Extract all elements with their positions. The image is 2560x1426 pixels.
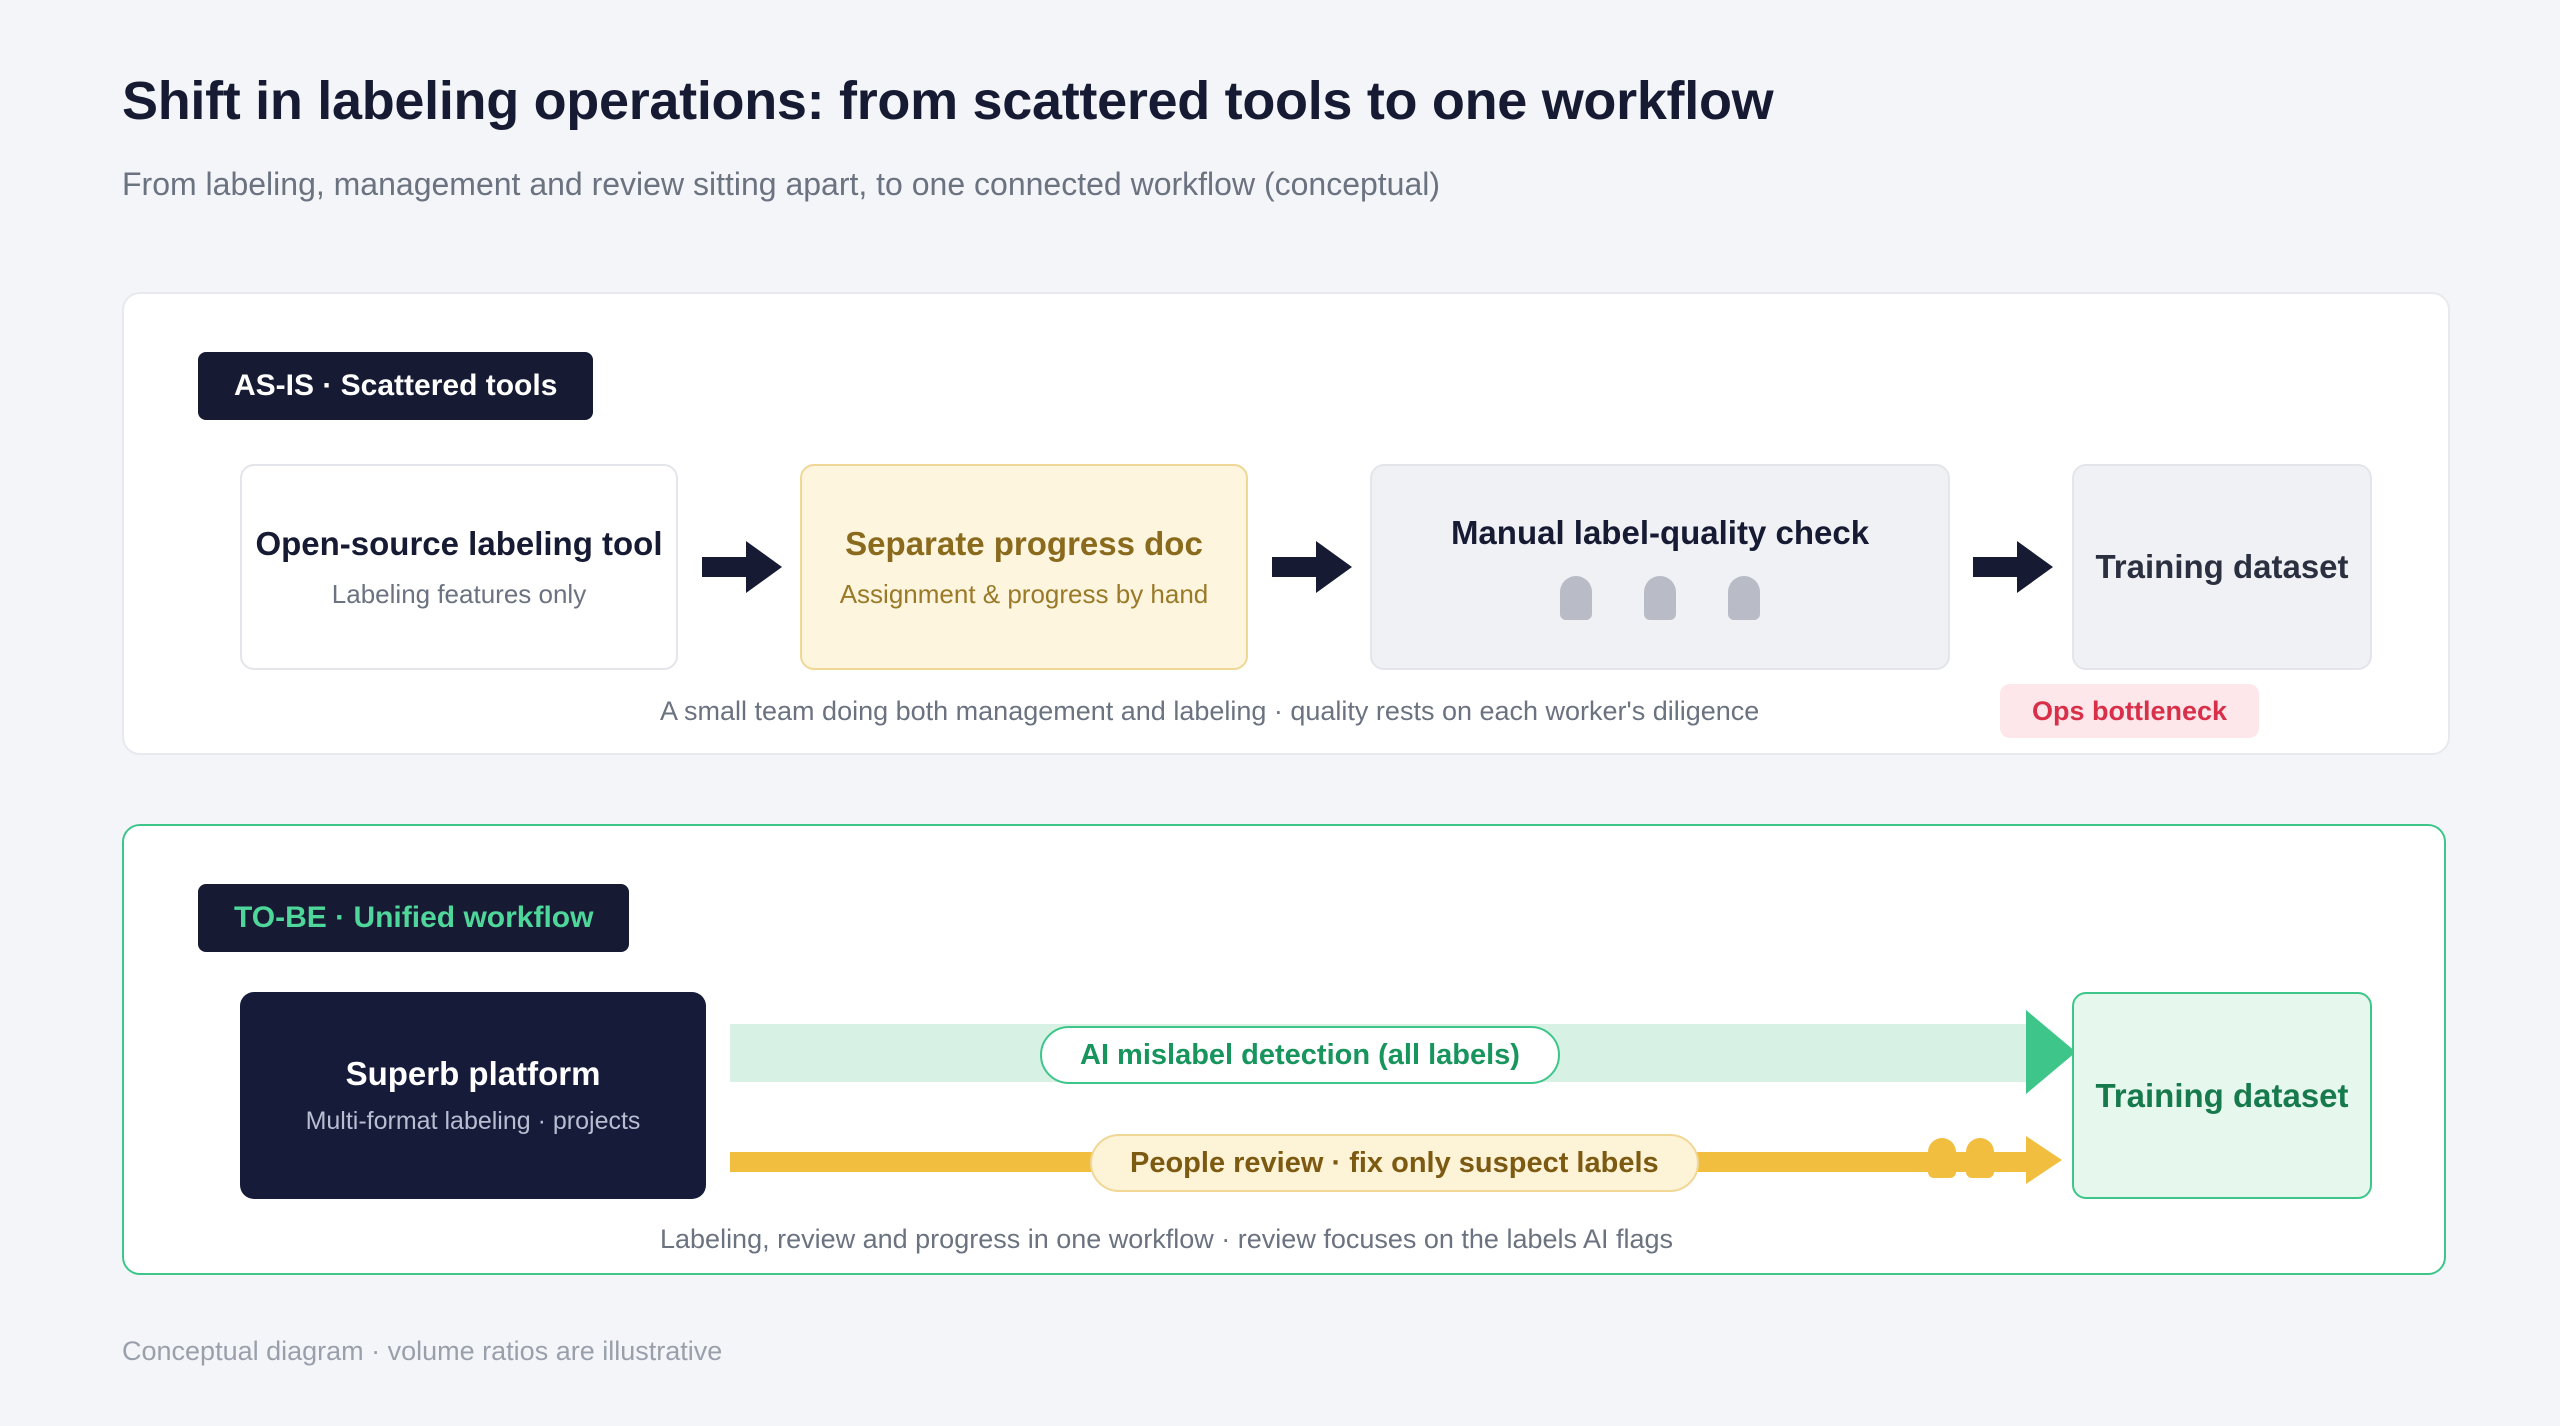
- arrow-right-icon: [1973, 541, 2053, 593]
- quality-check-title: Manual label-quality check: [1450, 514, 1870, 551]
- progress-doc-title: Separate progress doc: [845, 524, 1203, 562]
- ai-flow-arrowhead-icon: [2026, 1010, 2076, 1094]
- superb-platform-title: Superb platform: [345, 1055, 601, 1092]
- open-source-tool-box: Open-source labeling tool Labeling featu…: [240, 464, 678, 670]
- workers-group: [1560, 576, 1760, 620]
- flagged-label-icon: [1928, 1138, 1956, 1178]
- footnote: Conceptual diagram · volume ratios are i…: [122, 1336, 723, 1366]
- open-source-tool-title: Open-source labeling tool: [255, 524, 663, 562]
- to-be-note: Labeling, review and progress in one wor…: [660, 1224, 1674, 1254]
- progress-doc-box: Separate progress doc Assignment & progr…: [800, 464, 1248, 670]
- training-dataset-title: Training dataset: [2095, 548, 2349, 585]
- open-source-tool-subtitle: Labeling features only: [331, 578, 587, 609]
- page-subtitle: From labeling, management and review sit…: [122, 166, 1441, 202]
- worker-icon: [1728, 576, 1760, 620]
- quality-check-box: Manual label-quality check: [1370, 464, 1950, 670]
- unified-training-dataset-title: Training dataset: [2095, 1076, 2349, 1114]
- arrow-right-icon: [1272, 541, 1352, 593]
- training-dataset-box: Training dataset: [2072, 464, 2372, 670]
- ops-bottleneck-badge: Ops bottleneck: [2000, 684, 2260, 738]
- progress-doc-subtitle: Assignment & progress by hand: [839, 578, 1209, 609]
- flagged-label-icon: [1966, 1138, 1994, 1178]
- page-title: Shift in labeling operations: from scatt…: [122, 71, 1774, 131]
- as-is-note: A small team doing both management and l…: [660, 696, 1760, 726]
- worker-icon: [1560, 576, 1592, 620]
- ai-detection-label: AI mislabel detection (all labels): [1040, 1026, 1560, 1084]
- people-flow-arrowhead-icon: [2026, 1136, 2062, 1184]
- worker-icon: [1644, 576, 1676, 620]
- as-is-tag: AS-IS · Scattered tools: [198, 352, 594, 420]
- to-be-tag: TO-BE · Unified workflow: [198, 884, 630, 952]
- superb-platform-box: Superb platform Multi-format labeling · …: [240, 992, 706, 1199]
- superb-platform-subtitle: Multi-format labeling · projects: [305, 1107, 641, 1135]
- arrow-right-icon: [702, 541, 782, 593]
- people-review-label: People review · fix only suspect labels: [1090, 1134, 1699, 1192]
- unified-training-dataset-box: Training dataset: [2072, 992, 2372, 1199]
